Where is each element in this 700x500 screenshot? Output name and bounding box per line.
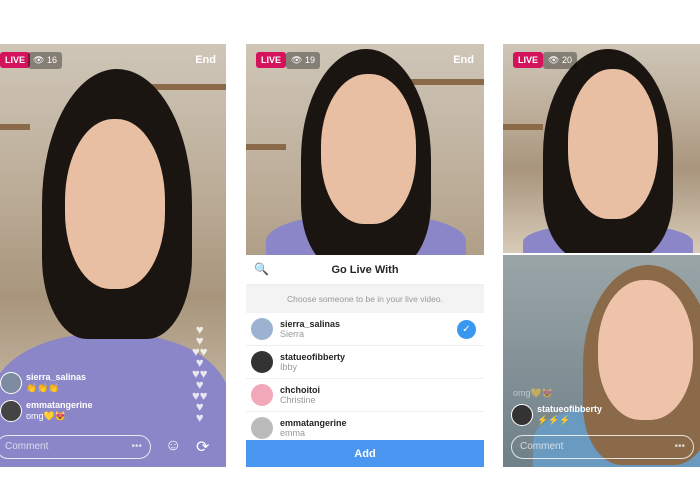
go-live-with-icon[interactable]: ☺ — [165, 437, 181, 455]
viewer-count-value: 16 — [46, 55, 57, 65]
host-video — [503, 44, 700, 253]
avatar — [251, 384, 273, 406]
username: emmatangerine — [280, 418, 347, 428]
comment-item: omg💛😻 — [513, 388, 553, 399]
live-badge: LIVE — [256, 52, 287, 68]
more-options-icon[interactable]: ••• — [674, 441, 685, 453]
username: sierra_salinas — [280, 319, 341, 329]
shelf — [0, 124, 30, 130]
comment-username: sierra_salinas — [26, 372, 87, 382]
comment-item: sierra_salinas 👏👏👏 — [0, 372, 86, 394]
viewer-count: 👁 19 — [286, 52, 320, 69]
user-row[interactable]: statueofibberty Ibby — [246, 346, 484, 379]
sheet-subtitle: Choose someone to be in your live video. — [246, 285, 484, 313]
avatar — [0, 372, 22, 394]
full-name: Ibby — [280, 362, 298, 372]
live-broadcast-panel-3: LIVE 👁 20 omg💛😻 statueofibberty ⚡⚡⚡ Comme… — [503, 44, 700, 467]
comment-text: ⚡⚡⚡ — [537, 415, 571, 425]
switch-camera-icon[interactable]: ⟳ — [196, 437, 209, 457]
live-broadcast-panel-2: LIVE 👁 19 End 🔍 Go Live With Choose some… — [246, 44, 484, 467]
comment-username: emmatangerine — [26, 400, 93, 410]
checkmark-icon[interactable]: ✓ — [457, 319, 476, 339]
person-face — [65, 119, 165, 289]
avatar — [251, 318, 273, 340]
avatar — [0, 400, 22, 422]
comment-username: statueofibberty — [537, 404, 603, 414]
user-row[interactable]: chchoitoi Christine — [246, 379, 484, 412]
comment-text: 👏👏👏 — [26, 383, 60, 393]
comment-item: emmatangerine omg💛😻 — [0, 400, 93, 422]
username: statueofibberty — [280, 352, 346, 362]
person-face — [568, 69, 658, 219]
comment-placeholder: Comment — [5, 441, 49, 452]
end-button[interactable]: End — [195, 54, 216, 66]
full-name: Sierra — [280, 329, 305, 339]
user-row[interactable]: sierra_salinas Sierra ✓ — [246, 313, 484, 346]
comment-input[interactable]: Comment ••• — [511, 435, 694, 459]
comment-item: statueofibberty ⚡⚡⚡ — [511, 404, 602, 426]
live-badge: LIVE — [0, 52, 31, 68]
viewer-count-value: 20 — [561, 55, 572, 65]
shelf — [503, 124, 543, 130]
comment-text: omg💛😻 — [513, 388, 553, 398]
hearts-icon: ♥ ♥ ♥♥ ♥ ♥♥ ♥ ♥♥ ♥ ♥ — [192, 322, 208, 425]
full-name: Christine — [280, 395, 316, 405]
username: chchoitoi — [280, 385, 320, 395]
more-options-icon[interactable]: ••• — [131, 441, 142, 453]
search-icon[interactable]: 🔍 — [254, 262, 269, 276]
live-badge: LIVE — [513, 52, 544, 68]
shelf — [150, 84, 226, 90]
avatar — [251, 351, 273, 373]
viewer-count-value: 19 — [304, 55, 315, 65]
viewer-count: 👁 16 — [28, 52, 62, 69]
full-name: emma — [280, 428, 306, 438]
sheet-title: Go Live With — [331, 263, 399, 276]
live-broadcast-panel-1: LIVE 👁 16 End ♥ ♥ ♥♥ ♥ ♥♥ ♥ ♥♥ ♥ ♥ sierra_salina… — [0, 44, 226, 467]
end-button[interactable]: End — [453, 54, 474, 66]
person-face — [598, 280, 693, 420]
person-face — [321, 74, 416, 224]
shelf — [246, 144, 286, 150]
viewer-count: 👁 20 — [543, 52, 577, 69]
go-live-with-sheet: 🔍 Go Live With Choose someone to be in y… — [246, 255, 484, 467]
add-button[interactable]: Add — [246, 440, 484, 467]
avatar — [251, 417, 273, 439]
avatar — [511, 404, 533, 426]
comment-input[interactable]: Comment ••• — [0, 435, 151, 459]
comment-placeholder: Comment — [520, 441, 564, 452]
shelf — [406, 79, 484, 85]
comment-text: omg💛😻 — [26, 411, 66, 421]
